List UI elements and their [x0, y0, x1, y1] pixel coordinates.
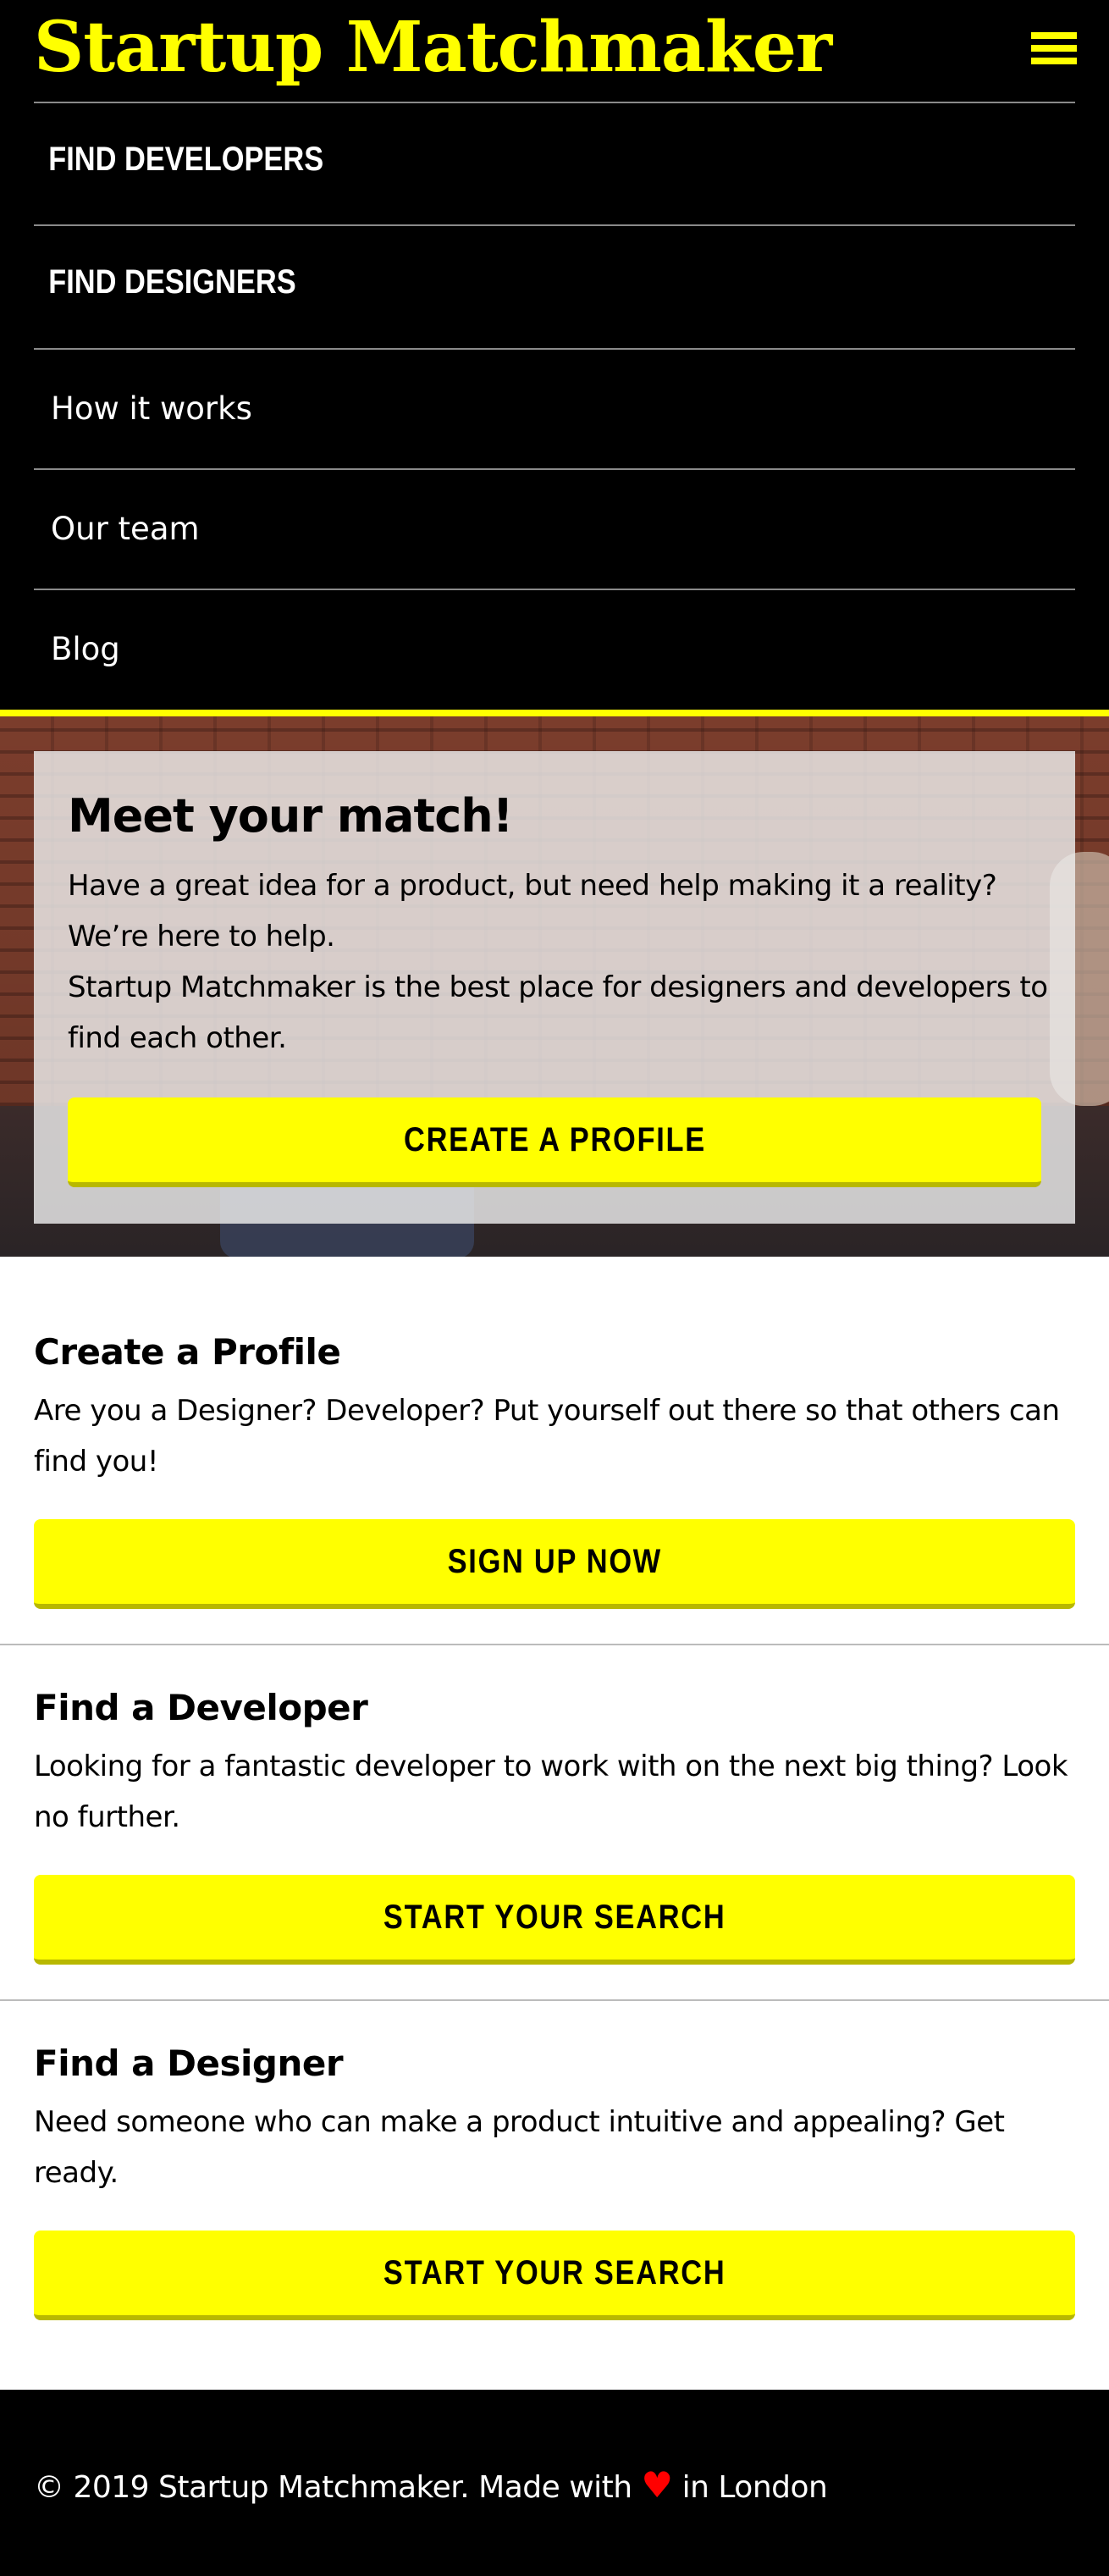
section-text-line: no further. [34, 1800, 180, 1834]
nav-item-our-team[interactable]: Our team [34, 511, 1075, 547]
heart-icon: ♥ [641, 2464, 674, 2506]
nav-item-how-it-works[interactable]: How it works [34, 390, 1075, 427]
nav-divider [34, 468, 1075, 470]
section-text-line: Are you a Designer? Developer? Put yours… [34, 1394, 1060, 1428]
site-header [0, 0, 1109, 710]
section-divider [0, 1999, 1109, 2001]
section-text-line: find you! [34, 1445, 158, 1479]
footer-copyright-prefix: © 2019 Startup Matchmaker. Made with [34, 2470, 642, 2505]
nav-divider [34, 102, 1075, 103]
hero-text-line: Have a great idea for a product, but nee… [68, 869, 997, 903]
sign-up-now-button[interactable]: SIGN UP NOW [34, 1519, 1075, 1609]
footer-copyright: © 2019 Startup Matchmaker. Made with ♥ i… [34, 2464, 828, 2506]
hero-text-line: We’re here to help. [68, 920, 335, 954]
nav-divider [34, 224, 1075, 226]
find-designer-search-button[interactable]: START YOUR SEARCH [34, 2231, 1075, 2320]
create-profile-button[interactable]: CREATE A PROFILE [68, 1097, 1041, 1187]
section-title-find-designer: Find a Designer [34, 2043, 344, 2084]
nav-item-find-designers[interactable]: FIND DESIGNERS [34, 263, 930, 301]
nav-item-find-developers[interactable]: FIND DEVELOPERS [34, 141, 930, 179]
hero-text-line: Startup Matchmaker is the best place for… [68, 970, 1048, 1004]
hero-title: Meet your match! [68, 789, 513, 843]
section-text-line: Need someone who can make a product intu… [34, 2105, 1005, 2139]
hamburger-menu-icon[interactable] [1031, 32, 1077, 64]
site-logo[interactable]: Startup Matchmaker [34, 5, 832, 90]
find-developer-search-button[interactable]: START YOUR SEARCH [34, 1875, 1075, 1965]
section-divider [0, 1644, 1109, 1645]
hero-text-line: find each other. [68, 1021, 287, 1055]
footer-copyright-suffix: in London [672, 2470, 828, 2505]
section-title-find-developer: Find a Developer [34, 1687, 368, 1728]
create-profile-button-label: CREATE A PROFILE [403, 1120, 706, 1158]
find-developer-search-button-label: START YOUR SEARCH [383, 1898, 726, 1936]
header-accent-border [0, 710, 1109, 716]
section-text-line: Looking for a fantastic developer to wor… [34, 1750, 1068, 1783]
nav-divider [34, 589, 1075, 590]
sign-up-now-button-label: SIGN UP NOW [447, 1542, 662, 1580]
nav-item-blog[interactable]: Blog [34, 631, 1075, 667]
find-designer-search-button-label: START YOUR SEARCH [383, 2253, 726, 2291]
nav-divider [34, 348, 1075, 350]
section-title-create-profile: Create a Profile [34, 1331, 341, 1373]
section-text-line: ready. [34, 2156, 119, 2190]
